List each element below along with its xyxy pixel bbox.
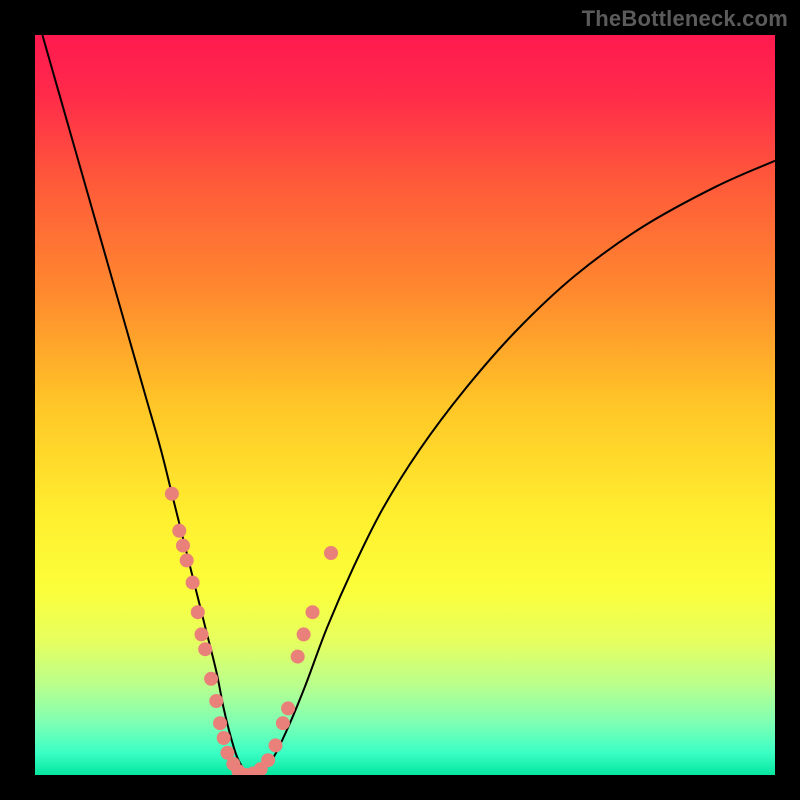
plot-background xyxy=(35,35,775,775)
scatter-dot xyxy=(186,576,200,590)
scatter-dot xyxy=(209,694,223,708)
scatter-dot xyxy=(172,524,186,538)
scatter-dot xyxy=(180,553,194,567)
watermark-text: TheBottleneck.com xyxy=(582,6,788,32)
scatter-dot xyxy=(291,650,305,664)
scatter-dot xyxy=(165,487,179,501)
scatter-dot xyxy=(281,701,295,715)
scatter-dot xyxy=(261,753,275,767)
scatter-dot xyxy=(191,605,205,619)
scatter-dot xyxy=(176,539,190,553)
scatter-dot xyxy=(195,627,209,641)
scatter-dot xyxy=(276,716,290,730)
chart-frame: { "watermark": "TheBottleneck.com", "col… xyxy=(0,0,800,800)
scatter-dot xyxy=(297,627,311,641)
scatter-dot xyxy=(204,672,218,686)
scatter-dot xyxy=(213,716,227,730)
scatter-dot xyxy=(198,642,212,656)
scatter-dot xyxy=(324,546,338,560)
scatter-dot xyxy=(217,731,231,745)
scatter-dot xyxy=(269,738,283,752)
scatter-dot xyxy=(306,605,320,619)
chart-svg xyxy=(0,0,800,800)
